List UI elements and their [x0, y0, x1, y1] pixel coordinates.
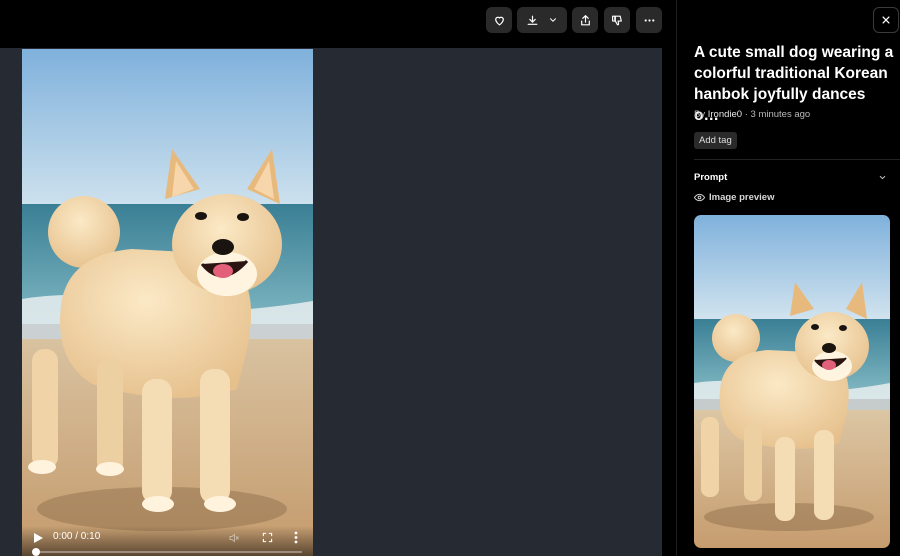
dog-on-beach-preview-image	[694, 215, 890, 548]
video-progress-bar[interactable]	[32, 548, 302, 556]
more-options-button[interactable]	[636, 7, 662, 33]
download-button[interactable]	[517, 7, 567, 33]
play-icon[interactable]	[33, 533, 43, 543]
video-progress-handle[interactable]	[32, 548, 40, 556]
heart-icon	[494, 16, 504, 25]
time-ago: 3 minutes ago	[750, 109, 811, 120]
by-prefix: By	[694, 109, 706, 120]
top-toolbar	[0, 0, 676, 48]
image-preview[interactable]	[694, 215, 890, 548]
video-player[interactable]: 0:00 / 0:10	[22, 49, 313, 556]
eye-icon	[694, 193, 705, 202]
close-button[interactable]	[873, 7, 899, 33]
details-panel: A cute small dog wearing a colorful trad…	[676, 0, 900, 556]
chevron-down-icon[interactable]	[878, 173, 887, 182]
image-preview-toggle[interactable]: Image preview	[694, 192, 774, 203]
dislike-button[interactable]	[604, 7, 630, 33]
video-time-display: 0:00 / 0:10	[53, 531, 101, 542]
byline-separator: ·	[742, 109, 751, 120]
byline: By Irondie0 · 3 minutes ago	[694, 109, 810, 120]
video-controls: 0:00 / 0:10	[22, 526, 313, 556]
chevron-down-icon[interactable]	[548, 15, 558, 25]
like-button[interactable]	[486, 7, 512, 33]
more-horizontal-icon	[644, 18, 654, 22]
panel-divider	[694, 159, 900, 160]
author-name[interactable]: Irondie0	[708, 109, 742, 120]
add-tag-button[interactable]: Add tag	[694, 132, 737, 149]
thumbs-down-icon	[611, 15, 622, 25]
close-icon	[882, 16, 890, 24]
dog-on-beach-video-frame	[22, 49, 313, 556]
stage-divider	[662, 0, 676, 556]
fullscreen-icon[interactable]	[262, 532, 273, 543]
image-preview-label: Image preview	[709, 192, 775, 203]
download-icon	[527, 15, 538, 25]
share-icon	[580, 14, 590, 25]
share-button[interactable]	[572, 7, 598, 33]
prompt-section-label[interactable]: Prompt	[694, 172, 727, 183]
muted-speaker-icon[interactable]	[228, 532, 240, 544]
video-menu-icon[interactable]	[294, 531, 298, 544]
